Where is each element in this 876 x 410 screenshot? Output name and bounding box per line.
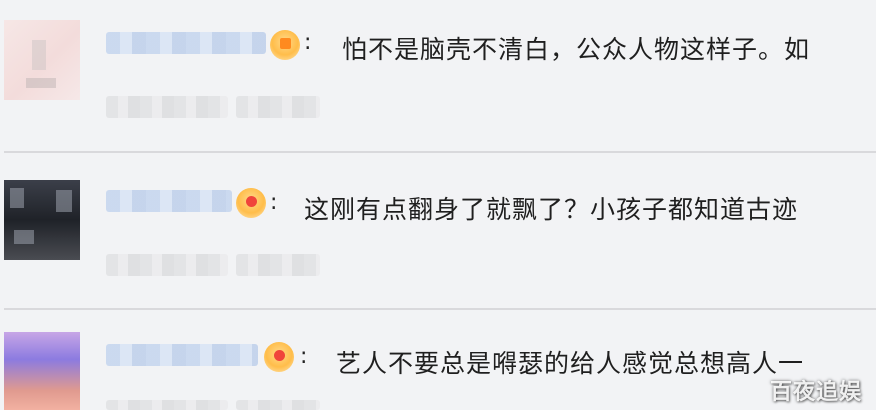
- comment-meta-blurred: [236, 254, 320, 276]
- username-blurred[interactable]: [106, 344, 258, 366]
- comment-colon: :: [270, 190, 278, 215]
- comment-text: 这刚有点翻身了就飘了？小孩子都知道古迹: [304, 195, 799, 224]
- watermark: 百夜追娱: [769, 380, 862, 405]
- comment-item: : 艺人不要总是嘚瑟的给人感觉总想高人一: [0, 0, 876, 410]
- comment-meta-blurred: [106, 254, 228, 276]
- vip-badge-icon: [236, 188, 266, 218]
- avatar[interactable]: [4, 332, 80, 410]
- comment-divider: [4, 308, 876, 310]
- comment-meta-blurred: [236, 400, 320, 410]
- comment-text: 艺人不要总是嘚瑟的给人感觉总想高人一: [336, 349, 805, 378]
- comment-colon: :: [300, 344, 308, 369]
- avatar[interactable]: [4, 180, 80, 260]
- comment-divider: [4, 151, 876, 153]
- vip-badge-icon: [264, 342, 294, 372]
- comment-meta-blurred: [106, 400, 228, 410]
- username-blurred[interactable]: [106, 190, 232, 212]
